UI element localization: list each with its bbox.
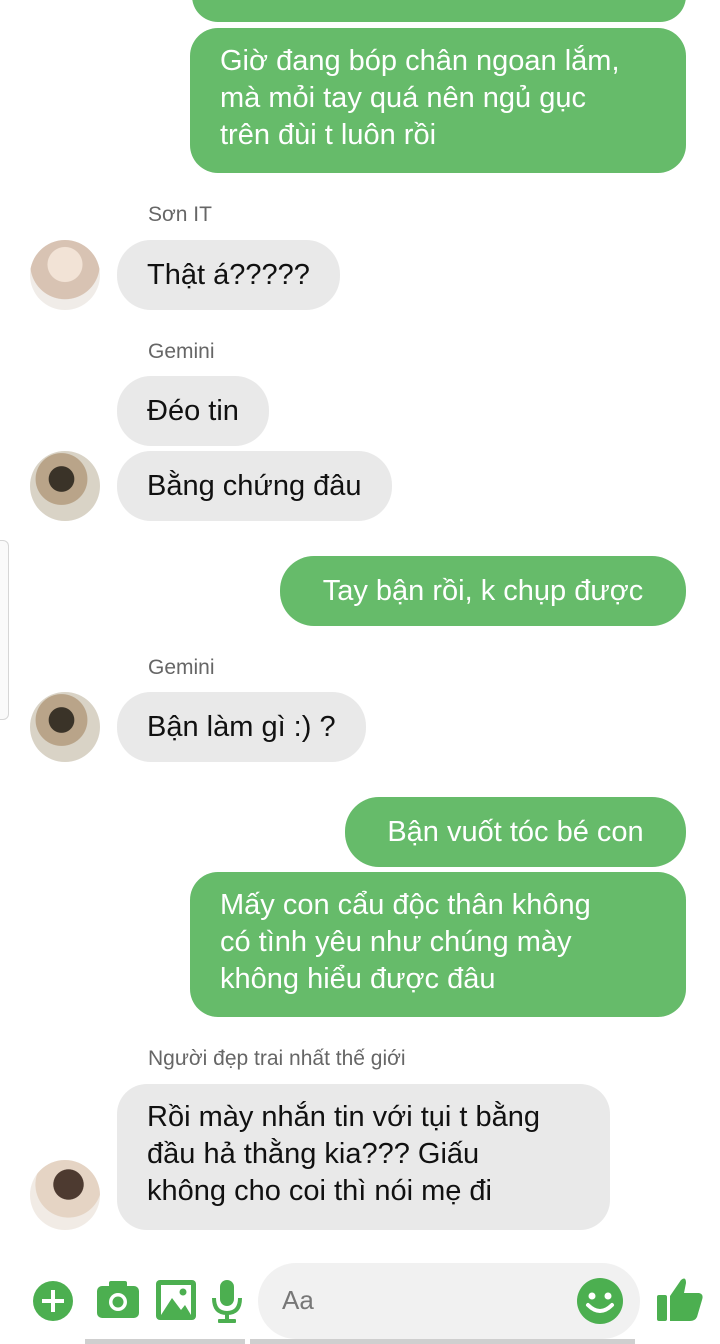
message-text: Đéo tin <box>147 394 239 427</box>
message-line: trên đùi t luôn rồi <box>220 119 437 151</box>
incoming-message[interactable]: Đéo tin <box>117 376 269 446</box>
message-text: Thật á????? <box>147 258 310 291</box>
bottom-divider <box>85 1339 245 1344</box>
avatar[interactable] <box>30 240 100 310</box>
incoming-message[interactable]: Bằng chứng đâu <box>117 451 392 521</box>
message-line: có tình yêu như chúng mày <box>220 926 572 958</box>
outgoing-message[interactable]: Mấy con cẩu độc thân không có tình yêu n… <box>190 872 686 1017</box>
incoming-message[interactable]: Rồi mày nhắn tin với tụi t bằng đầu hả t… <box>117 1084 610 1230</box>
scroll-handle[interactable] <box>0 540 9 720</box>
outgoing-message[interactable]: Bận vuốt tóc bé con <box>345 797 686 867</box>
avatar[interactable] <box>30 451 100 521</box>
avatar[interactable] <box>30 1160 100 1230</box>
message-line: Mấy con cẩu độc thân không <box>220 889 591 921</box>
sender-name: Người đẹp trai nhất thế giới <box>148 1047 406 1070</box>
message-line: mà mỏi tay quá nên ngủ gục <box>220 82 586 114</box>
incoming-message[interactable]: Bận làm gì :) ? <box>117 692 366 762</box>
outgoing-message[interactable] <box>192 0 686 22</box>
message-line: Giờ đang bóp chân ngoan lắm, <box>220 45 620 77</box>
message-text: Bận vuốt tóc bé con <box>387 815 644 848</box>
message-line: không cho coi thì nói mẹ đi <box>147 1175 492 1207</box>
avatar[interactable] <box>30 692 100 762</box>
message-line: đầu hả thằng kia??? Giấu <box>147 1138 480 1170</box>
message-text: Bận làm gì :) ? <box>147 710 336 743</box>
microphone-icon[interactable] <box>211 1278 243 1324</box>
outgoing-message[interactable]: Giờ đang bóp chân ngoan lắm, mà mỏi tay … <box>190 28 686 173</box>
sender-name: Gemini <box>148 656 215 679</box>
incoming-message[interactable]: Thật á????? <box>117 240 340 310</box>
image-icon[interactable] <box>155 1279 197 1321</box>
sender-name: Gemini <box>148 340 215 363</box>
message-text: Tay bận rồi, k chụp được <box>322 574 644 607</box>
bottom-divider <box>250 1339 635 1344</box>
message-text: Bằng chứng đâu <box>147 469 362 502</box>
outgoing-message[interactable]: Tay bận rồi, k chụp được <box>280 556 686 626</box>
camera-icon[interactable] <box>95 1278 141 1322</box>
emoji-icon[interactable] <box>576 1277 624 1325</box>
thumbs-up-icon[interactable] <box>655 1274 705 1324</box>
message-line: Rồi mày nhắn tin với tụi t bằng <box>147 1101 541 1133</box>
plus-icon[interactable] <box>32 1280 74 1322</box>
message-line: không hiểu được đâu <box>220 963 496 995</box>
message-input-placeholder: Aa <box>282 1285 314 1315</box>
sender-name: Sơn IT <box>148 203 212 226</box>
